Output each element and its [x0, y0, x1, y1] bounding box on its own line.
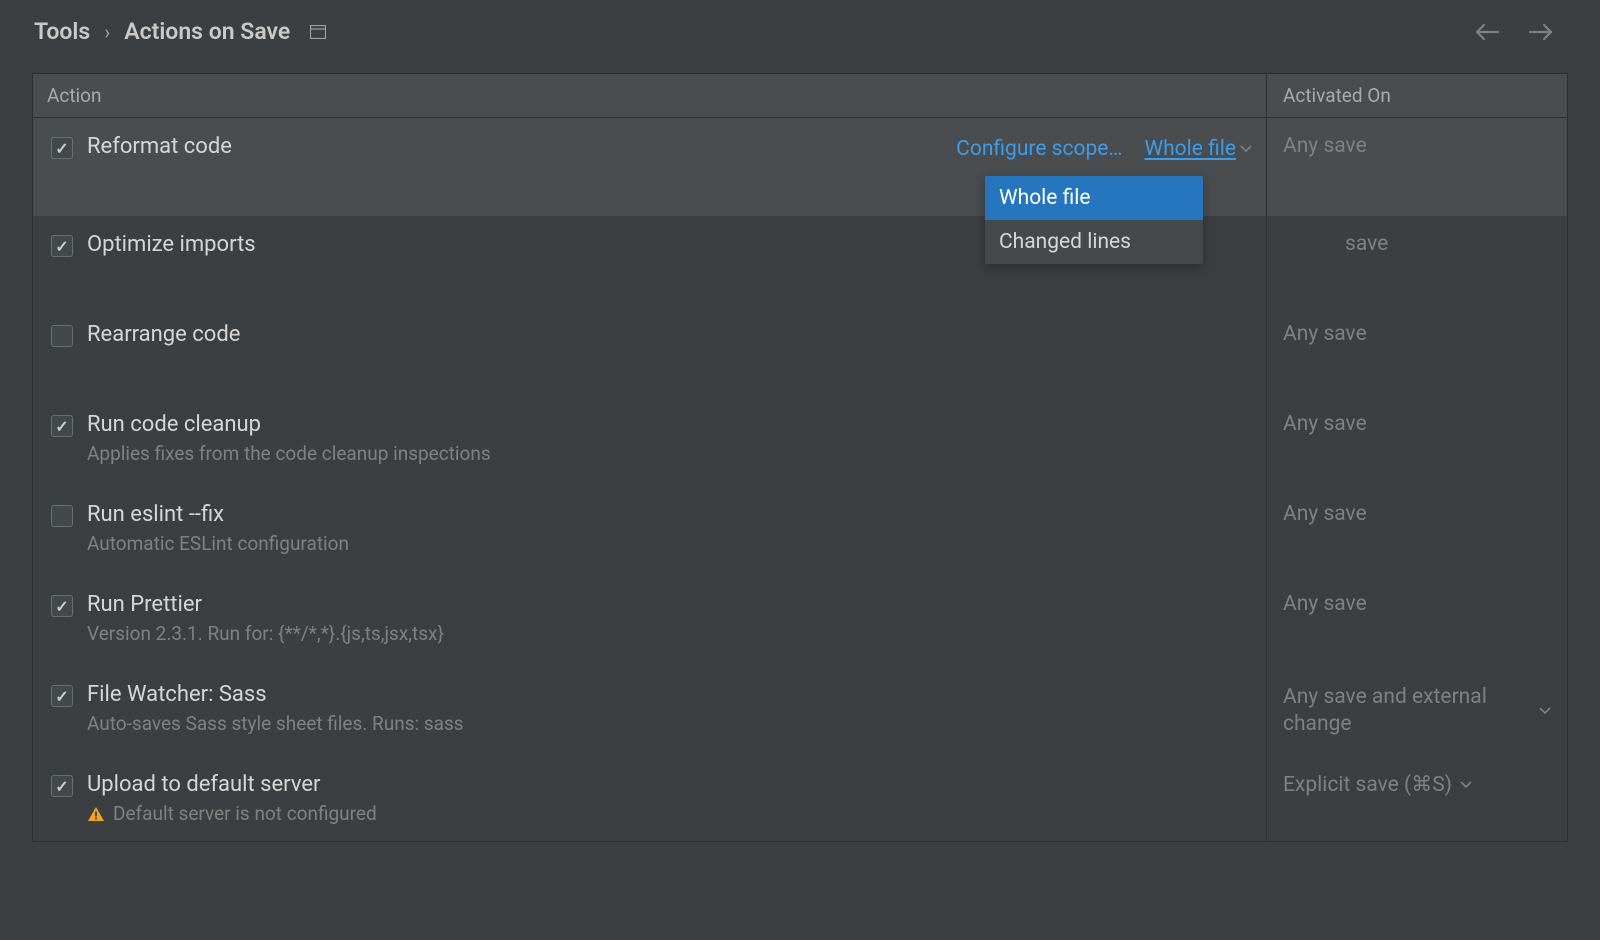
- table-row[interactable]: Run code cleanup Applies fixes from the …: [33, 396, 1567, 486]
- activated-on-value: Any save: [1283, 322, 1367, 346]
- breadcrumb-parent[interactable]: Tools: [34, 18, 90, 45]
- breadcrumb-current: Actions on Save: [124, 18, 290, 45]
- checkbox-reformat-code[interactable]: [51, 137, 73, 159]
- table-row[interactable]: File Watcher: Sass Auto-saves Sass style…: [33, 666, 1567, 756]
- action-description: Default server is not configured: [87, 802, 1252, 825]
- action-label: Rearrange code: [87, 322, 1252, 347]
- actions-table: Action Activated On Reformat code Config…: [32, 73, 1568, 842]
- chevron-down-icon: [1240, 145, 1252, 153]
- table-row[interactable]: Upload to default server Default server …: [33, 756, 1567, 841]
- scope-dropdown-menu: Whole file Changed lines: [985, 176, 1203, 264]
- table-row[interactable]: Run Prettier Version 2.3.1. Run for: {**…: [33, 576, 1567, 666]
- column-header-activated[interactable]: Activated On: [1267, 74, 1567, 117]
- action-description: Version 2.3.1. Run for: {**/*,*}.{js,ts,…: [87, 622, 1252, 645]
- action-description: Automatic ESLint configuration: [87, 532, 1252, 555]
- scope-dropdown-label: Whole file: [1144, 137, 1236, 161]
- action-description: Auto-saves Sass style sheet files. Runs:…: [87, 712, 1252, 735]
- back-button[interactable]: [1474, 22, 1500, 42]
- table-header: Action Activated On: [33, 74, 1567, 118]
- activated-on-value: save: [1283, 232, 1388, 256]
- table-row[interactable]: Rearrange code Any save: [33, 306, 1567, 396]
- scope-dropdown[interactable]: Whole file: [1144, 137, 1252, 161]
- activated-on-value: Any save: [1283, 592, 1367, 616]
- settings-header: Tools › Actions on Save: [0, 0, 1600, 63]
- checkbox-run-eslint-fix[interactable]: [51, 505, 73, 527]
- breadcrumb: Tools › Actions on Save: [34, 18, 326, 45]
- table-row[interactable]: Reformat code Configure scope… Whole fil…: [33, 118, 1567, 216]
- dropdown-option-changed-lines[interactable]: Changed lines: [985, 220, 1203, 264]
- activated-on-value: Any save: [1283, 412, 1367, 436]
- checkbox-run-code-cleanup[interactable]: [51, 415, 73, 437]
- forward-button[interactable]: [1528, 22, 1554, 42]
- activated-on-value: Any save: [1283, 502, 1367, 526]
- warning-icon: [87, 806, 105, 822]
- configure-scope-link[interactable]: Configure scope…: [956, 137, 1122, 161]
- action-label: Run code cleanup: [87, 412, 1252, 437]
- action-description: Applies fixes from the code cleanup insp…: [87, 442, 1252, 465]
- dropdown-option-whole-file[interactable]: Whole file: [985, 176, 1203, 220]
- checkbox-optimize-imports[interactable]: [51, 235, 73, 257]
- checkbox-rearrange-code[interactable]: [51, 325, 73, 347]
- chevron-down-icon: [1460, 781, 1472, 789]
- action-label: Upload to default server: [87, 772, 1252, 797]
- checkbox-upload-default-server[interactable]: [51, 775, 73, 797]
- table-row[interactable]: Run eslint --fix Automatic ESLint config…: [33, 486, 1567, 576]
- window-icon[interactable]: [310, 25, 326, 39]
- action-label: Run eslint --fix: [87, 502, 1252, 527]
- activated-on-value: Any save: [1283, 134, 1367, 158]
- nav-arrows: [1474, 22, 1566, 42]
- column-header-action[interactable]: Action: [33, 74, 1267, 117]
- activated-on-dropdown[interactable]: Explicit save (⌘S): [1283, 772, 1472, 797]
- action-label: Run Prettier: [87, 592, 1252, 617]
- checkbox-run-prettier[interactable]: [51, 595, 73, 617]
- table-row[interactable]: Optimize imports save: [33, 216, 1567, 306]
- action-label: Reformat code: [87, 134, 956, 159]
- chevron-down-icon: [1539, 707, 1551, 715]
- action-label: File Watcher: Sass: [87, 682, 1252, 707]
- checkbox-file-watcher-sass[interactable]: [51, 685, 73, 707]
- activated-on-dropdown[interactable]: Any save and external change: [1283, 684, 1551, 739]
- chevron-right-icon: ›: [104, 20, 110, 44]
